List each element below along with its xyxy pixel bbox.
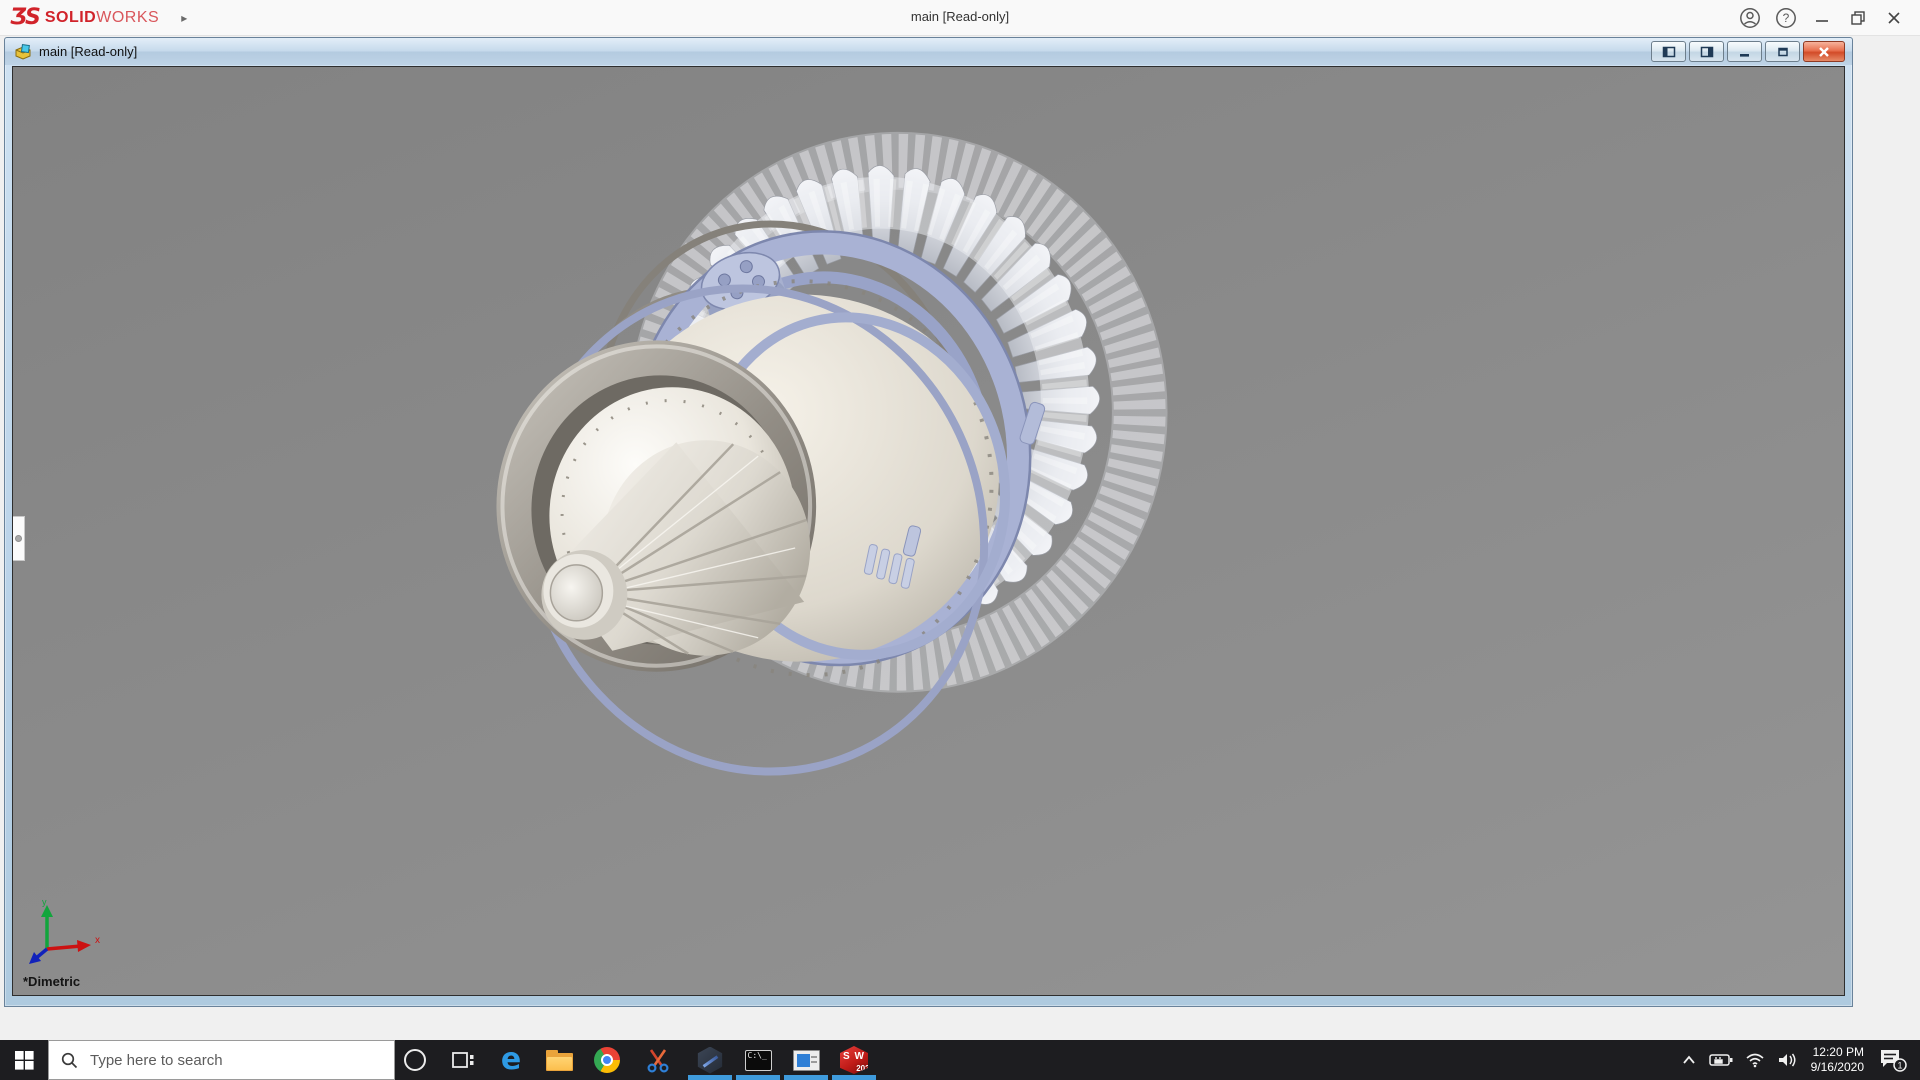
triad-y-label: y bbox=[42, 897, 47, 907]
edge-icon: e bbox=[500, 1042, 522, 1077]
account-icon[interactable] bbox=[1732, 0, 1768, 36]
feature-manager-splitter-tab[interactable] bbox=[13, 516, 25, 561]
search-icon bbox=[61, 1052, 78, 1068]
taskbar-icon-file-explorer[interactable] bbox=[535, 1040, 583, 1080]
document-title: main [Read-only] bbox=[39, 44, 138, 59]
taskbar-icon-edge[interactable]: e bbox=[487, 1040, 535, 1080]
notification-icon: 1 bbox=[1881, 1050, 1907, 1072]
running-indicator bbox=[688, 1075, 732, 1080]
start-button[interactable] bbox=[0, 1040, 48, 1080]
app-titlebar: ƷS SOLID WORKS ▸ main [Read-only] ? bbox=[0, 0, 1920, 36]
tray-date: 9/16/2020 bbox=[1810, 1060, 1864, 1074]
svg-text:?: ? bbox=[1783, 11, 1790, 25]
doc-minimize-button[interactable] bbox=[1727, 41, 1762, 62]
cortana-icon bbox=[404, 1049, 426, 1071]
document-titlebar[interactable]: main [Read-only] bbox=[5, 38, 1852, 65]
minimize-button[interactable] bbox=[1804, 0, 1840, 36]
doc-close-button[interactable] bbox=[1803, 41, 1845, 62]
app-window-title: main [Read-only] bbox=[910, 9, 1010, 24]
file-explorer-icon bbox=[545, 1049, 573, 1071]
snipping-tool-icon bbox=[647, 1049, 669, 1073]
chrome-icon bbox=[594, 1047, 620, 1073]
taskbar-icon-snipping-tool[interactable] bbox=[634, 1040, 682, 1080]
taskbar-icon-chrome[interactable] bbox=[583, 1040, 631, 1080]
tray-chevron-icon[interactable] bbox=[1675, 1040, 1703, 1080]
doc-restore-button[interactable] bbox=[1765, 41, 1800, 62]
command-prompt-icon: C:\_ bbox=[744, 1049, 772, 1071]
taskbar-icon-command-prompt[interactable]: C:\_ bbox=[734, 1040, 782, 1080]
view-orientation-label: *Dimetric bbox=[23, 974, 81, 989]
window-app-icon bbox=[792, 1049, 820, 1071]
help-icon[interactable]: ? bbox=[1768, 0, 1804, 36]
splitter-dot-icon bbox=[15, 535, 22, 542]
jet-engine-model bbox=[496, 131, 1168, 776]
notification-center-button[interactable]: 1 bbox=[1872, 1040, 1920, 1080]
taskbar-icon-hex-app[interactable] bbox=[686, 1040, 734, 1080]
tray-clock[interactable]: 12:20 PM 9/16/2020 bbox=[1803, 1045, 1872, 1075]
close-button[interactable] bbox=[1876, 0, 1912, 36]
taskbar-icon-window-app[interactable] bbox=[782, 1040, 830, 1080]
triad-x-label: x bbox=[95, 935, 100, 946]
reference-triad: y x bbox=[29, 897, 100, 964]
taskbar-icon-cortana[interactable] bbox=[391, 1040, 439, 1080]
search-input[interactable]: Type here to search bbox=[48, 1040, 395, 1080]
hex-app-icon bbox=[697, 1046, 723, 1074]
tray-time: 12:20 PM bbox=[1812, 1045, 1864, 1059]
taskbar-icon-task-view[interactable] bbox=[439, 1040, 487, 1080]
volume-icon[interactable] bbox=[1771, 1040, 1803, 1080]
search-placeholder: Type here to search bbox=[90, 1051, 223, 1069]
taskbar: Type here to search e C:\_ S W 2020 12:2… bbox=[0, 1040, 1920, 1080]
graphics-viewport[interactable]: y x *Dimetric bbox=[12, 66, 1845, 996]
running-indicator bbox=[736, 1075, 780, 1080]
battery-icon[interactable] bbox=[1703, 1040, 1739, 1080]
taskbar-icon-solidworks[interactable]: S W 2020 bbox=[830, 1040, 878, 1080]
pane-left-button[interactable] bbox=[1651, 41, 1686, 62]
notification-badge: 1 bbox=[1897, 1061, 1902, 1071]
restore-button[interactable] bbox=[1840, 0, 1876, 36]
pane-right-button[interactable] bbox=[1689, 41, 1724, 62]
document-window: main [Read-only] y x *Dimetric bbox=[4, 37, 1853, 1007]
task-view-icon bbox=[452, 1052, 474, 1068]
wifi-icon[interactable] bbox=[1739, 1040, 1771, 1080]
running-indicator bbox=[832, 1075, 876, 1080]
assembly-icon bbox=[15, 43, 31, 60]
windows-logo-icon bbox=[14, 1050, 34, 1070]
running-indicator bbox=[784, 1075, 828, 1080]
solidworks-2020-icon: S W 2020 bbox=[840, 1046, 868, 1074]
